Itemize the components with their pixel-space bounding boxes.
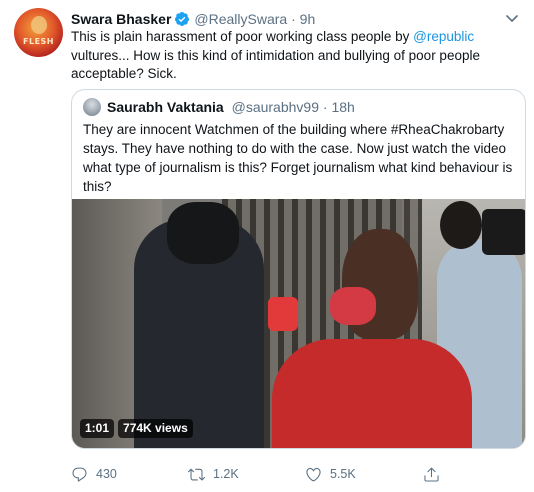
- mention-link[interactable]: @republic: [413, 29, 474, 44]
- reply-count: 430: [96, 467, 117, 481]
- video-view-count: 774K views: [118, 419, 193, 438]
- tweet-timestamp[interactable]: 9h: [300, 11, 316, 27]
- tweet-header: Swara Bhasker @ReallySwara · 9h: [71, 10, 315, 28]
- quoted-author-avatar: [83, 98, 101, 116]
- quoted-author-handle: @saurabhv99: [231, 99, 319, 115]
- video-frame-person-right-head: [440, 201, 482, 249]
- like-icon: [305, 466, 322, 483]
- author-name[interactable]: Swara Bhasker: [71, 11, 171, 27]
- reply-button[interactable]: 430: [71, 464, 117, 484]
- quoted-tweet-timestamp: 18h: [331, 99, 355, 115]
- like-button[interactable]: 5.5K: [305, 464, 356, 484]
- video-badges: 1:01 774K views: [80, 419, 193, 438]
- quoted-tweet[interactable]: Saurabh Vaktania @saurabhv99 · 18h They …: [71, 89, 526, 449]
- avatar-logo-text: FLESH: [23, 37, 54, 46]
- share-button[interactable]: [423, 464, 440, 484]
- retweet-count: 1.2K: [213, 467, 239, 481]
- tweet-actions: 430 1.2K 5.5K: [71, 464, 521, 484]
- tweet-text-part: vultures... How is this kind of intimida…: [71, 47, 480, 82]
- separator-dot: ·: [322, 99, 328, 115]
- video-frame-person-left-head: [167, 202, 239, 264]
- share-icon: [423, 466, 440, 483]
- tweet-text-part: This is plain harassment of poor working…: [71, 29, 414, 44]
- retweet-icon: [188, 466, 205, 483]
- video-player[interactable]: 1:01 774K views: [72, 199, 525, 448]
- quoted-author-name: Saurabh Vaktania: [107, 99, 224, 115]
- reply-icon: [71, 466, 88, 483]
- author-handle[interactable]: @ReallySwara: [194, 11, 287, 27]
- retweet-button[interactable]: 1.2K: [188, 464, 239, 484]
- avatar-face: [31, 16, 47, 34]
- author-avatar[interactable]: FLESH: [14, 8, 63, 57]
- quoted-tweet-text: They are innocent Watchmen of the buildi…: [83, 122, 513, 194]
- separator-dot: ·: [291, 11, 296, 27]
- video-frame-reporter: [272, 339, 472, 448]
- video-frame-mask: [330, 287, 376, 325]
- chevron-down-icon[interactable]: [504, 10, 520, 26]
- tweet[interactable]: FLESH Swara Bhasker @ReallySwara · 9h Thi…: [0, 0, 534, 492]
- video-frame-microphone: [268, 297, 298, 331]
- tweet-text: This is plain harassment of poor working…: [71, 28, 516, 84]
- video-frame-camera: [482, 209, 525, 255]
- like-count: 5.5K: [330, 467, 356, 481]
- video-duration: 1:01: [80, 419, 115, 438]
- quoted-tweet-header: Saurabh Vaktania @saurabhv99 · 18h: [107, 98, 355, 116]
